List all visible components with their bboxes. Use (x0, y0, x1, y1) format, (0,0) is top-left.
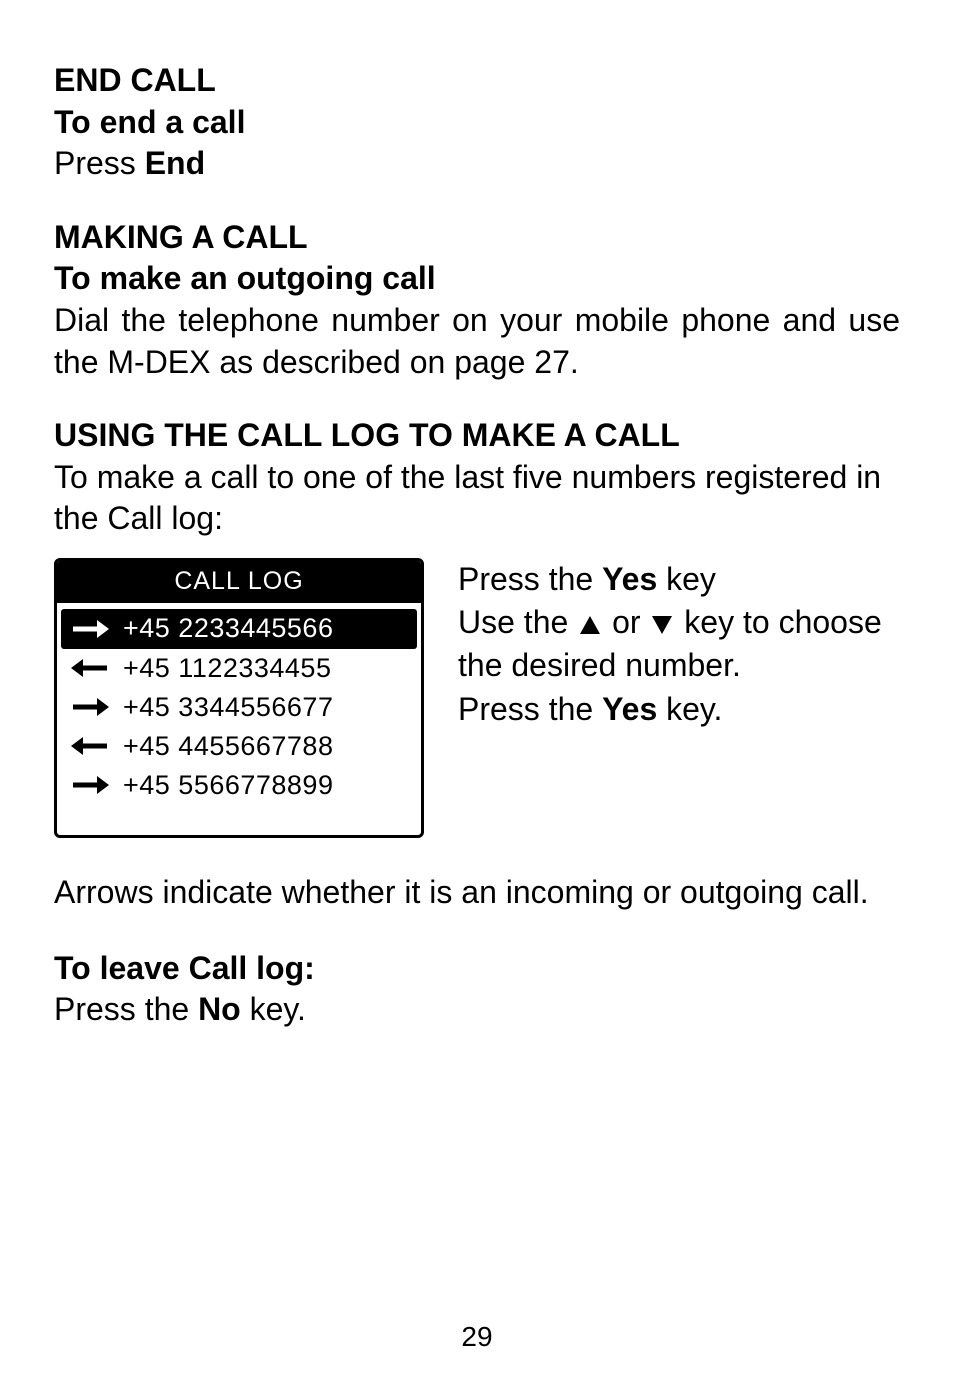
arrows-note: Arrows indicate whether it is an incomin… (54, 872, 900, 914)
instruction-line-1: Press the Yes key (458, 558, 900, 601)
yes-keyword: Yes (602, 691, 657, 727)
calllog-box: CALL LOG +45 2233445566+45 1122334455+45… (54, 558, 424, 838)
text-fragment: Press the (458, 691, 602, 727)
calllog-list: +45 2233445566 +45 1122334455 +45 33445566… (57, 609, 421, 834)
calllog-instructions: Press the Yes key Use the or key to choo… (458, 558, 900, 731)
arrow-right-icon (71, 619, 109, 639)
arrow-left-icon (71, 658, 109, 678)
press-label: Press (54, 145, 145, 181)
down-triangle-icon (651, 615, 673, 635)
calllog-entry: +45 1122334455 (67, 649, 411, 688)
calllog-number: +45 5566778899 (123, 768, 333, 803)
yes-keyword: Yes (602, 561, 657, 597)
text-fragment: Press the (458, 561, 602, 597)
leave-calllog-heading: To leave Call log: (54, 948, 900, 990)
making-call-heading: MAKING A CALL (54, 217, 900, 259)
calllog-number: +45 3344556677 (123, 690, 333, 725)
text-fragment: key. (241, 991, 306, 1027)
instruction-line-2: Use the or key to choose the desired num… (458, 601, 900, 687)
calllog-entry: +45 5566778899 (67, 766, 411, 805)
making-call-body: Dial the telephone number on your mobile… (54, 300, 900, 383)
calllog-title: CALL LOG (57, 561, 421, 604)
calllog-row-layout: CALL LOG +45 2233445566+45 1122334455+45… (54, 558, 900, 838)
instruction-line-3: Press the Yes key. (458, 688, 900, 731)
arrow-right-icon (71, 775, 109, 795)
calllog-number: +45 1122334455 (123, 651, 331, 686)
end-call-subheading: To end a call (54, 102, 900, 144)
arrow-right-icon (71, 697, 109, 717)
using-log-section: USING THE CALL LOG TO MAKE A CALL To mak… (54, 415, 900, 540)
end-keyword: End (145, 145, 205, 181)
calllog-entry: +45 3344556677 (67, 688, 411, 727)
making-call-section: MAKING A CALL To make an outgoing call D… (54, 217, 900, 383)
end-call-section: END CALL To end a call Press End (54, 60, 900, 185)
text-fragment: key (657, 561, 716, 597)
calllog-number: +45 2233445566 (123, 611, 333, 646)
using-log-heading: USING THE CALL LOG TO MAKE A CALL (54, 415, 900, 457)
calllog-entry: +45 2233445566 (61, 609, 417, 648)
arrow-left-icon (71, 736, 109, 756)
no-keyword: No (198, 991, 241, 1027)
calllog-entry: +45 4455667788 (67, 727, 411, 766)
text-fragment: Use the (458, 604, 577, 640)
end-call-instruction: Press End (54, 143, 900, 185)
calllog-number: +45 4455667788 (123, 729, 333, 764)
page-number: 29 (0, 1319, 954, 1355)
up-triangle-icon (579, 615, 601, 635)
leave-calllog-section: To leave Call log: Press the No key. (54, 948, 900, 1031)
text-fragment: key. (657, 691, 722, 727)
making-call-subheading: To make an outgoing call (54, 258, 900, 300)
leave-calllog-instruction: Press the No key. (54, 989, 900, 1031)
end-call-heading: END CALL (54, 60, 900, 102)
text-fragment: Press the (54, 991, 198, 1027)
text-fragment: or (603, 604, 649, 640)
using-log-body: To make a call to one of the last five n… (54, 457, 900, 540)
